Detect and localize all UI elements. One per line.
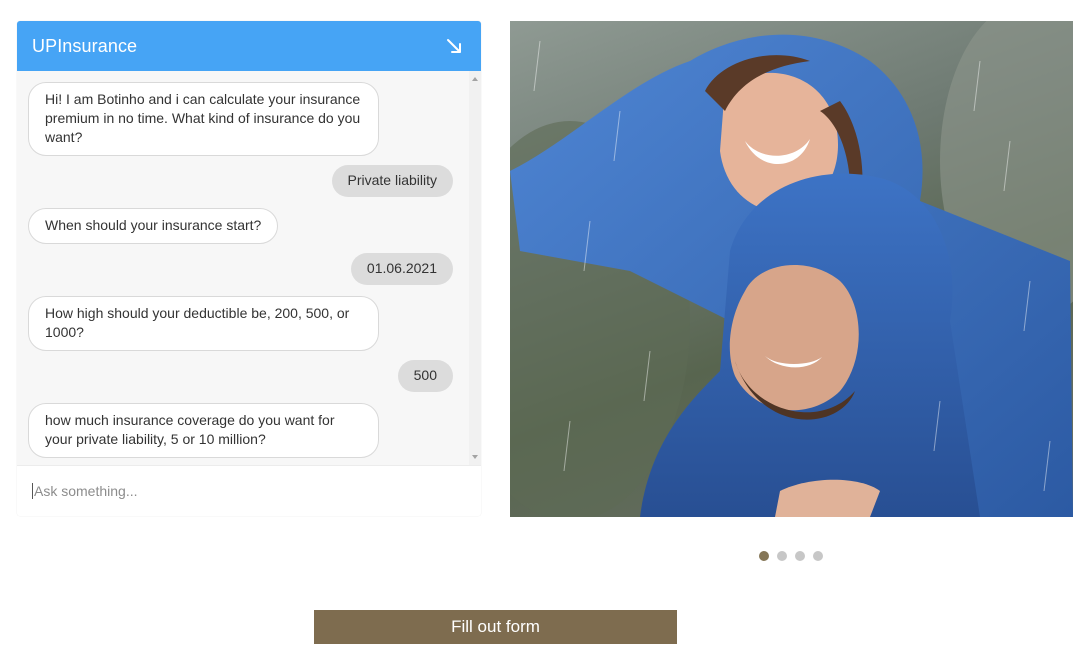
- arrow-down-right-icon: [447, 39, 461, 53]
- carousel-dot[interactable]: [759, 551, 769, 561]
- chat-header: UPInsurance: [17, 21, 481, 71]
- chat-widget: UPInsurance Hi! I am Botinho and i can c…: [17, 21, 481, 516]
- bot-message: When should your insurance start?: [28, 208, 279, 244]
- user-message: 01.06.2021: [350, 253, 453, 285]
- bot-message: how much insurance coverage do you want …: [28, 403, 379, 458]
- scroll-up-icon[interactable]: [472, 77, 478, 81]
- scroll-down-icon[interactable]: [472, 455, 478, 459]
- carousel-dot[interactable]: [777, 551, 787, 561]
- carousel-dots: [759, 551, 823, 561]
- fill-out-form-button[interactable]: Fill out form: [314, 610, 677, 644]
- chat-title: UPInsurance: [32, 35, 138, 56]
- carousel-dot[interactable]: [795, 551, 805, 561]
- user-message: 500: [397, 360, 453, 392]
- hero-illustration: [510, 21, 1073, 517]
- bot-message: How high should your deductible be, 200,…: [28, 296, 379, 351]
- carousel-dot[interactable]: [813, 551, 823, 561]
- chat-input[interactable]: [32, 483, 452, 499]
- couple-in-rain-photo: [510, 21, 1073, 517]
- chat-scrollbar[interactable]: [469, 71, 481, 465]
- user-message: Private liability: [331, 165, 453, 197]
- bot-message: Hi! I am Botinho and i can calculate you…: [28, 82, 379, 156]
- minimize-button[interactable]: [443, 35, 465, 57]
- chat-message-list[interactable]: Hi! I am Botinho and i can calculate you…: [17, 71, 481, 465]
- chat-input-bar: [17, 465, 481, 516]
